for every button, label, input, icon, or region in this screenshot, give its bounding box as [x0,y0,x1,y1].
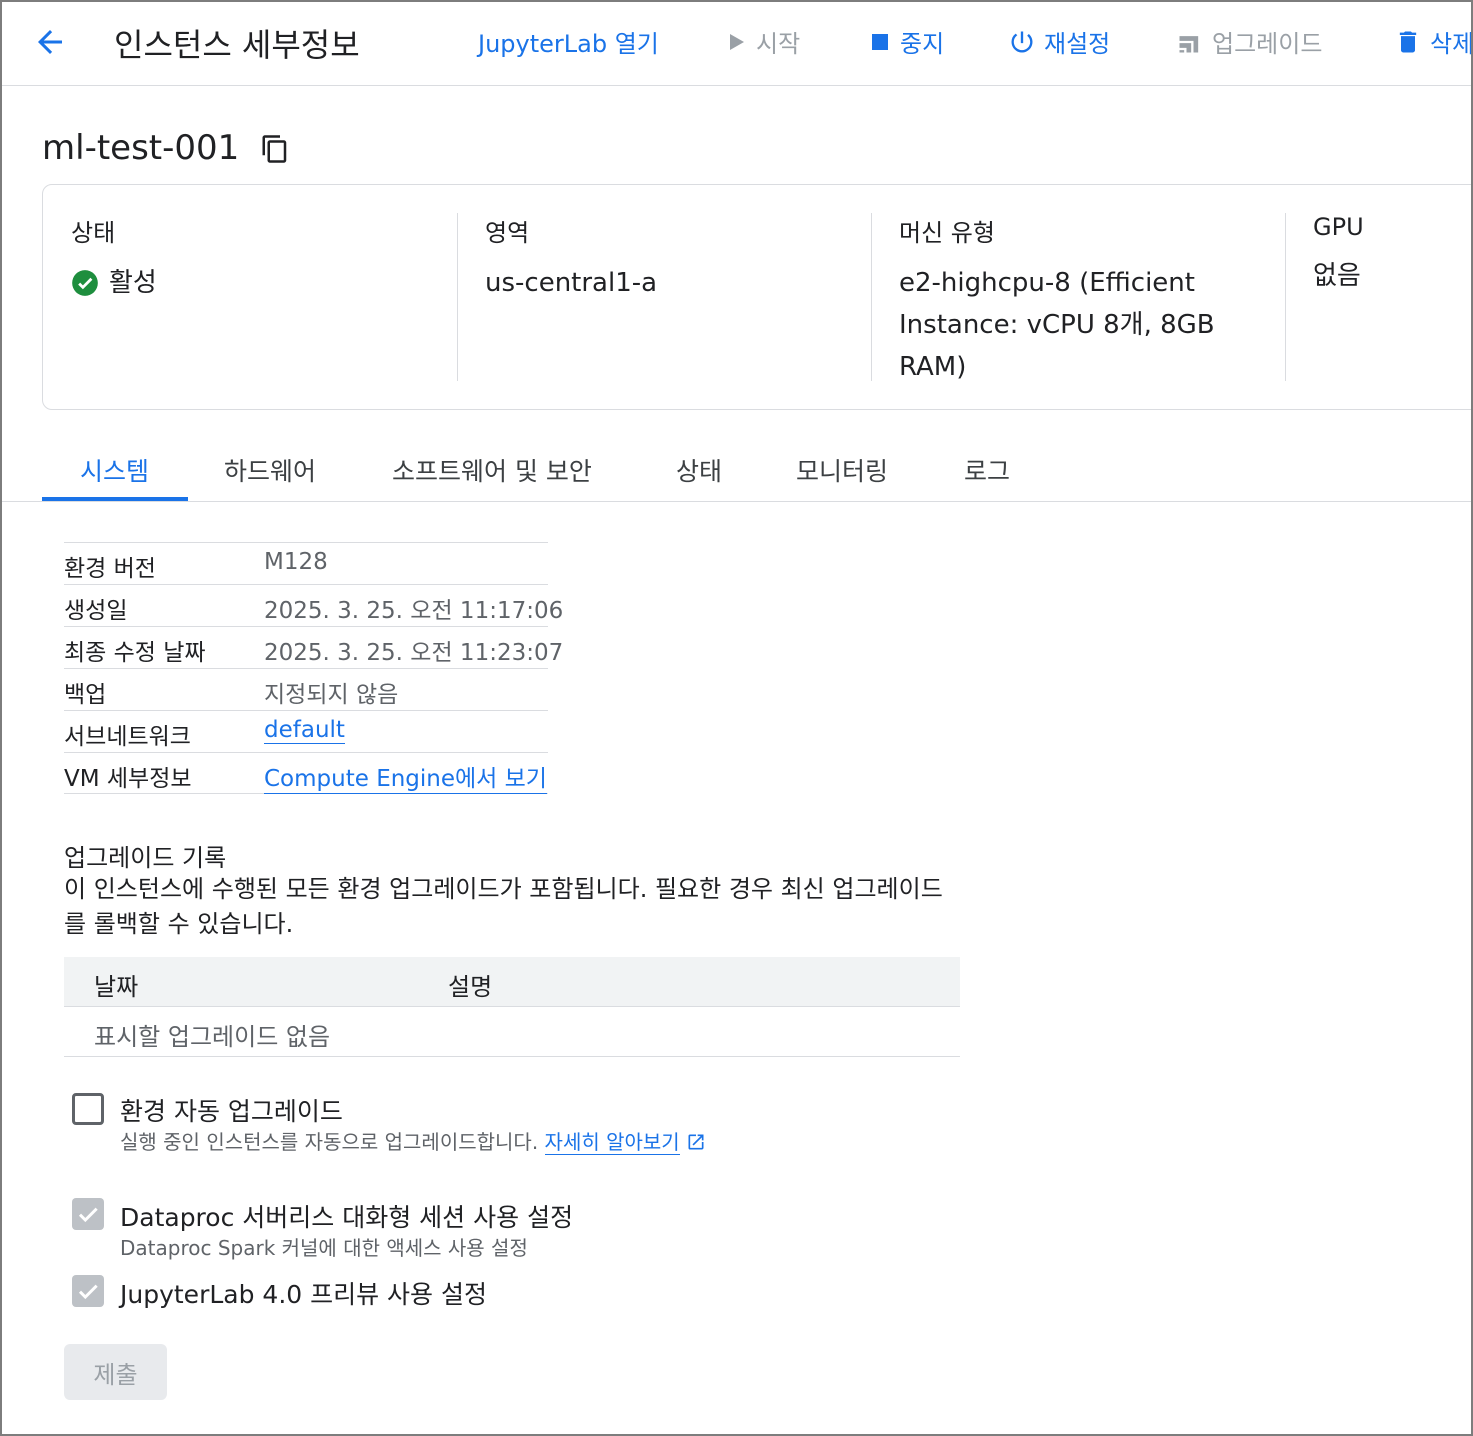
tab-software-security[interactable]: 소프트웨어 및 보안 [392,452,592,488]
subnetwork-link[interactable]: default [264,717,345,744]
property-key: 백업 [64,682,107,708]
column-header-date[interactable]: 날짜 [94,967,138,1002]
gpu-value: 없음 [1313,261,1361,291]
gpu-column: GPU 없음 [1313,213,1364,297]
upgrade-button[interactable]: 업그레이드 [1176,24,1322,59]
reset-label: 재설정 [1044,30,1111,58]
upgrade-icon [1179,35,1199,52]
upgrade-label: 업그레이드 [1212,30,1323,58]
submit-button[interactable]: 제출 [64,1344,167,1400]
zone-label: 영역 [485,219,530,247]
property-value: M128 [264,549,328,575]
table-header-row: 날짜 설명 [64,957,960,1007]
column-header-description[interactable]: 설명 [448,967,492,1002]
table-row: 생성일 2025. 3. 25. 오전 11:17:06 [64,584,563,626]
column-divider [1285,213,1286,381]
external-link-icon[interactable] [686,1132,706,1152]
table-row: 서브네트워크 default [64,710,548,752]
instance-name: ml-test-001 [42,128,240,168]
stop-label: 중지 [900,30,945,58]
checkmark-icon [78,1284,98,1300]
table-row: 환경 버전 M128 [64,542,548,584]
machine-type-value: e2-highcpu-8 (Efficient Instance: vCPU 8… [899,268,1215,382]
property-value: 지정되지 않음 [264,682,399,708]
checkmark-icon [78,1207,98,1223]
machine-type-column: 머신 유형 e2-highcpu-8 (Efficient Instance: … [899,213,1229,388]
upgrade-history-table: 날짜 설명 표시할 업그레이드 없음 [64,957,960,1057]
active-tab-indicator [42,497,188,501]
power-icon [1011,31,1033,52]
column-divider [457,213,458,381]
learn-more-link[interactable]: 자세히 알아보기 [544,1130,680,1155]
gpu-label: GPU [1313,213,1364,241]
trash-icon [1399,31,1417,52]
tab-health[interactable]: 상태 [676,452,722,488]
compute-engine-link[interactable]: Compute Engine에서 보기 [264,759,547,794]
property-key: 생성일 [64,598,128,624]
instance-summary-card: 상태 활성 영역 us-central1-a 머신 유형 e2-highcpu-… [42,184,1471,410]
upgrade-history-description: 이 인스턴스에 수행된 모든 환경 업그레이드가 포함됩니다. 필요한 경우 최… [64,875,943,938]
copy-icon[interactable] [260,134,290,164]
reset-button[interactable]: 재설정 [1008,24,1110,59]
property-key: 환경 버전 [64,556,156,582]
property-key: 서브네트워크 [64,724,191,750]
empty-state-row: 표시할 업그레이드 없음 [64,1007,960,1057]
status-label: 상태 [71,219,116,247]
stop-button[interactable]: 중지 [868,24,944,59]
machine-type-label: 머신 유형 [899,219,995,247]
auto-upgrade-help: 실행 중인 인스턴스를 자동으로 업그레이드합니다. 자세히 알아보기 [120,1126,706,1155]
stop-icon [872,33,888,50]
app-frame: 인스턴스 세부정보 JupyterLab 열기 시작 중지 재설정 업그레이드 … [0,0,1473,1436]
property-key: 최종 수정 날짜 [64,640,206,666]
open-jupyterlab-button[interactable]: JupyterLab 열기 [478,24,659,59]
check-circle-icon [72,270,98,296]
table-row: VM 세부정보 Compute Engine에서 보기 [64,752,548,794]
delete-label: 삭제 [1430,30,1473,58]
status-column: 상태 활성 [71,213,157,304]
tab-hardware[interactable]: 하드웨어 [224,452,316,488]
tab-system[interactable]: 시스템 [80,452,149,488]
tab-monitoring[interactable]: 모니터링 [796,452,888,488]
tab-logs[interactable]: 로그 [964,452,1010,488]
dataproc-checkbox[interactable] [72,1198,104,1230]
property-key: VM 세부정보 [64,766,192,792]
table-row: 최종 수정 날짜 2025. 3. 25. 오전 11:23:07 [64,626,563,668]
page-title: 인스턴스 세부정보 [114,26,360,64]
auto-upgrade-help-text: 실행 중인 인스턴스를 자동으로 업그레이드합니다. [120,1130,539,1154]
arrow-back-icon[interactable] [32,24,68,60]
auto-upgrade-label: 환경 자동 업그레이드 [120,1097,343,1126]
auto-upgrade-checkbox[interactable] [72,1093,104,1125]
jupyterlab4-checkbox[interactable] [72,1275,104,1307]
dataproc-label: Dataproc 서버리스 대화형 세션 사용 설정 [120,1203,574,1232]
tab-bar: 시스템 하드웨어 소프트웨어 및 보안 상태 모니터링 로그 [2,438,1471,502]
zone-value: us-central1-a [485,268,658,298]
delete-button[interactable]: 삭제 [1394,24,1473,59]
upgrade-history-title: 업그레이드 기록 [64,844,227,872]
status-value: 활성 [71,262,157,304]
system-properties-table: 환경 버전 M128 생성일 2025. 3. 25. 오전 11:17:06 … [64,542,563,794]
header-bar: 인스턴스 세부정보 JupyterLab 열기 시작 중지 재설정 업그레이드 … [2,2,1473,86]
start-label: 시작 [756,30,801,58]
empty-state-text: 표시할 업그레이드 없음 [94,1023,331,1051]
jupyterlab4-label: JupyterLab 4.0 프리뷰 사용 설정 [120,1280,488,1309]
column-divider [871,213,872,381]
table-row: 백업 지정되지 않음 [64,668,548,710]
open-jupyterlab-label: JupyterLab 열기 [478,30,659,58]
dataproc-help: Dataproc Spark 커널에 대한 액세스 사용 설정 [120,1236,528,1260]
zone-column: 영역 us-central1-a [485,213,657,304]
status-text: 활성 [109,268,157,298]
play-icon [730,33,744,50]
start-button[interactable]: 시작 [724,24,800,59]
property-value: 2025. 3. 25. 오전 11:23:07 [264,640,564,666]
property-value: 2025. 3. 25. 오전 11:17:06 [264,598,564,624]
